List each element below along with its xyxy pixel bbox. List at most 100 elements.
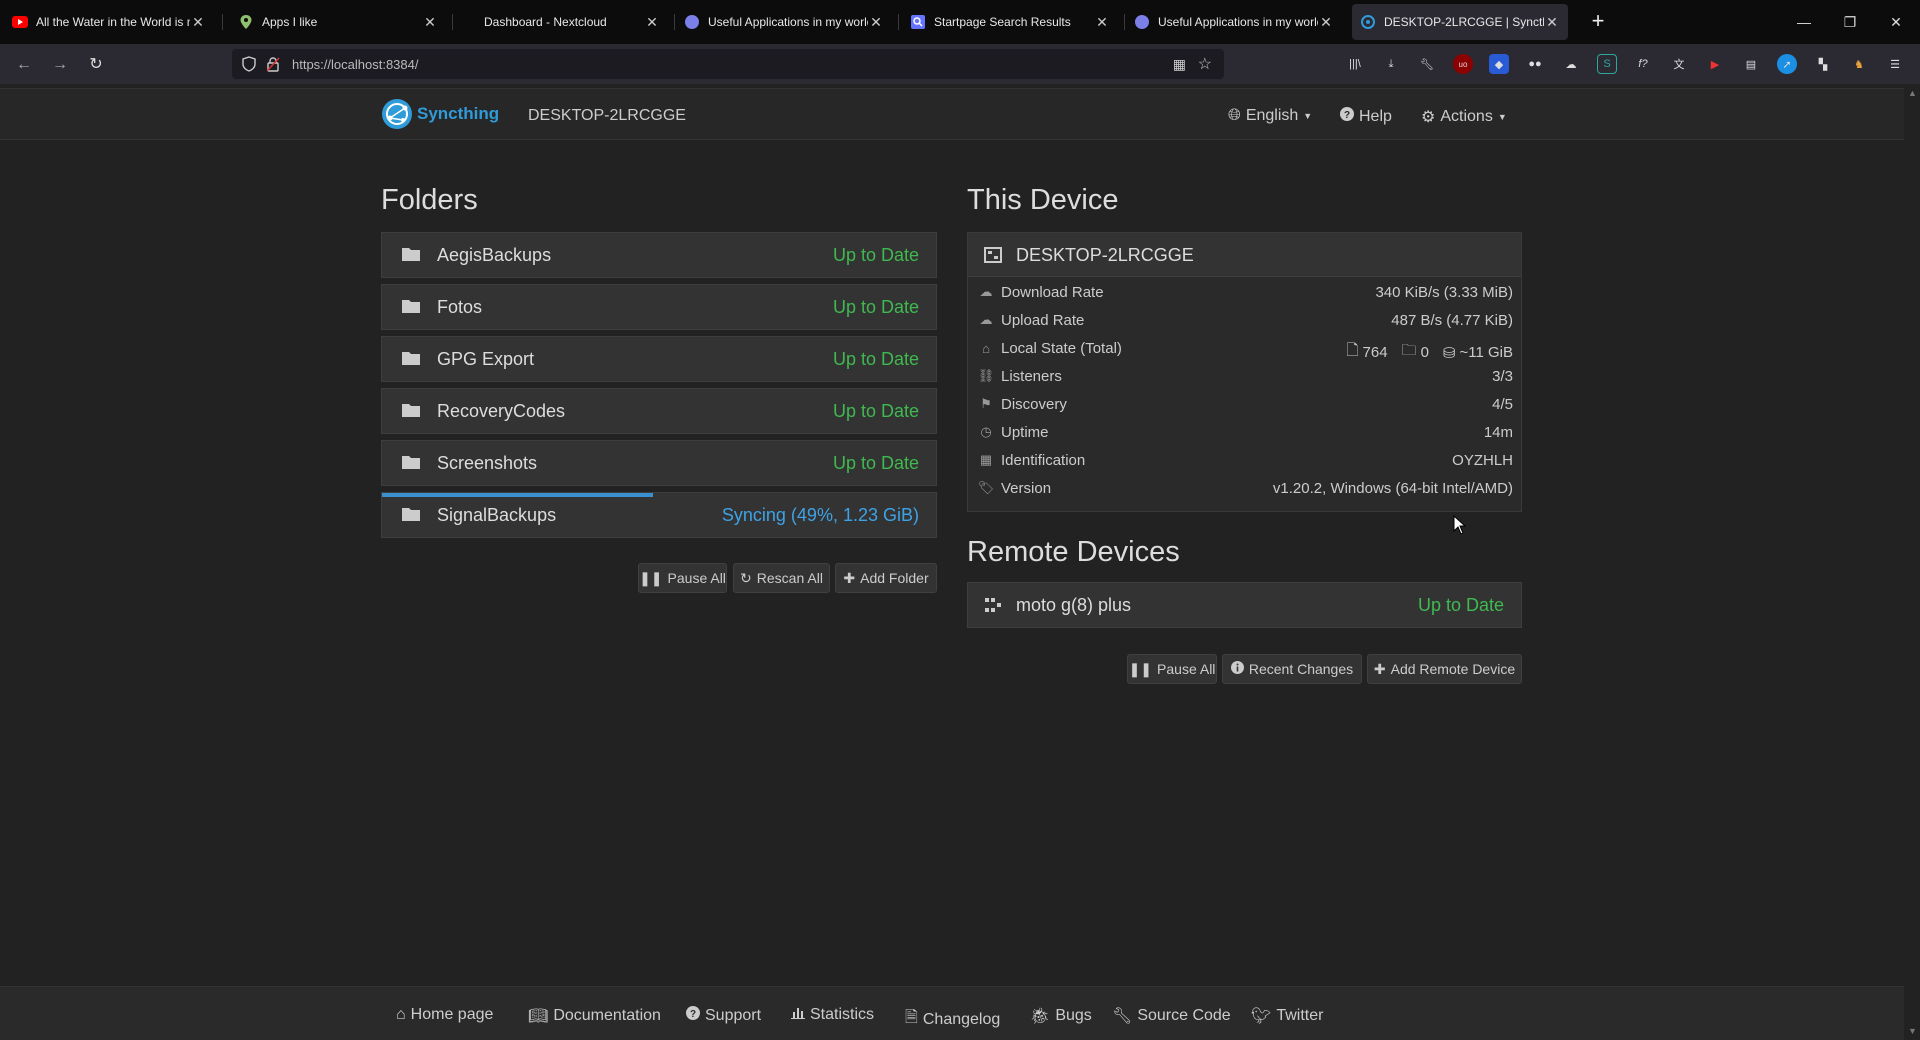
remote-device-item[interactable]: moto g(8) plus Up to Date [967, 582, 1522, 628]
pause-all-folders-button[interactable]: ❚❚ Pause All [638, 563, 727, 593]
folder-status: Syncing (49%, 1.23 GiB) [721, 505, 919, 525]
s-extension-icon[interactable]: S [1597, 54, 1617, 74]
close-tab-icon[interactable]: ✕ [868, 14, 884, 31]
pause-icon: ❚❚ [639, 569, 663, 586]
refresh-icon: ↻ [740, 569, 752, 586]
browser-tab[interactable]: All the Water in the World is no ✕ [4, 4, 214, 40]
translate-icon[interactable]: 文 [1669, 54, 1689, 74]
database-icon[interactable]: ▤ [1741, 54, 1761, 74]
brand[interactable]: Syncthing [381, 98, 499, 130]
row-value[interactable]: OYZHLH [1452, 452, 1513, 469]
remote-devices-heading: Remote Devices [967, 536, 1180, 568]
browser-tab[interactable]: Useful Applications in my world ✕ [1126, 4, 1342, 40]
listeners-row[interactable]: ⛓ Listeners 3/3 [968, 362, 1521, 390]
puzzle-icon[interactable]: ♞ [1849, 54, 1869, 74]
new-tab-button[interactable]: + [1584, 8, 1612, 36]
cloud-icon[interactable]: ☁ [1561, 54, 1581, 74]
forward-icon[interactable]: → [46, 52, 74, 80]
scroll-down-icon[interactable]: ▼ [1908, 1026, 1917, 1036]
pause-all-devices-button[interactable]: ❚❚ Pause All [1127, 654, 1217, 684]
folder-item[interactable]: RecoveryCodes Up to Date [381, 388, 937, 434]
library-icon[interactable]: |||\ [1345, 54, 1365, 74]
close-tab-icon[interactable]: ✕ [422, 14, 438, 31]
language-label: English [1245, 107, 1299, 124]
close-tab-icon[interactable]: ✕ [1318, 14, 1334, 31]
this-device-header[interactable]: DESKTOP-2LRCGGE [968, 233, 1521, 277]
footer-link-twitter[interactable]: 🐦︎ Twitter [1251, 1006, 1323, 1026]
browser-tab[interactable]: Startpage Search Results ✕ [902, 4, 1118, 40]
folder-icon [402, 248, 420, 261]
hamburger-menu-icon[interactable]: ☰ [1885, 54, 1905, 74]
footer-link-statistics[interactable]: Statistics [791, 1006, 874, 1024]
row-value[interactable]: 4/5 [1492, 396, 1513, 413]
folder-status: Up to Date [832, 349, 919, 369]
folder-status: Up to Date [832, 297, 919, 317]
folder-status: Up to Date [832, 401, 919, 421]
grid-icon[interactable]: ▚ [1813, 54, 1833, 74]
folder-item[interactable]: Screenshots Up to Date [381, 440, 937, 486]
youtube-extension-icon[interactable]: ▶ [1705, 54, 1725, 74]
actions-label: Actions [1440, 108, 1493, 125]
url-bar[interactable]: https://localhost:8384/ ▦ ☆ [232, 49, 1224, 79]
help-menu[interactable]: ? Help [1340, 107, 1392, 126]
browser-tab[interactable]: Apps I like ✕ [230, 4, 446, 40]
wrench-icon[interactable]: 🔧︎ [1417, 54, 1437, 74]
row-label: Listeners [1001, 368, 1062, 385]
row-value: v1.20.2, Windows (64-bit Intel/AMD) [1272, 480, 1513, 497]
scroll-up-icon[interactable]: ▲ [1908, 88, 1917, 98]
close-tab-icon[interactable]: ✕ [190, 14, 206, 31]
rescan-all-button[interactable]: ↻ Rescan All [733, 563, 830, 593]
folder-item[interactable]: GPG Export Up to Date [381, 336, 937, 382]
compass-icon[interactable]: ➚ [1777, 54, 1797, 74]
restore-button[interactable]: ❐ [1830, 8, 1870, 36]
footer-link-support[interactable]: ? Support [686, 1006, 761, 1025]
row-value[interactable]: 3/3 [1492, 368, 1513, 385]
dir-count: 0 [1420, 344, 1429, 361]
this-device-panel: DESKTOP-2LRCGGE ☁ Download Rate 340 KiB/… [967, 232, 1522, 512]
qr-code-icon[interactable]: ▦ [1173, 56, 1186, 73]
close-tab-icon[interactable]: ✕ [1094, 14, 1110, 31]
folder-name: RecoveryCodes [437, 401, 566, 421]
download-icon[interactable]: ⤓ [1381, 54, 1401, 74]
language-menu[interactable]: 🌐︎ English ▼ [1228, 107, 1312, 125]
discovery-row[interactable]: ⚑ Discovery 4/5 [968, 390, 1521, 418]
minimize-button[interactable]: — [1784, 8, 1824, 36]
row-value: 340 KiB/s (3.33 MiB) [1375, 284, 1513, 301]
folder-item[interactable]: AegisBackups Up to Date [381, 232, 937, 278]
folder-item[interactable]: SignalBackups Syncing (49%, 1.23 GiB) [381, 492, 937, 538]
add-folder-button[interactable]: ✚ Add Folder [835, 563, 937, 593]
identification-row[interactable]: ▦ Identification OYZHLH [968, 446, 1521, 474]
bookmark-star-icon[interactable]: ☆ [1198, 54, 1212, 74]
lock-icon[interactable] [266, 56, 280, 77]
mask-icon[interactable]: ●● [1525, 54, 1545, 74]
browser-tab[interactable]: Dashboard - Nextcloud ✕ [452, 4, 668, 40]
footer-link-bugs[interactable]: 🐞︎ Bugs [1030, 1006, 1092, 1026]
upload-rate-row: ☁ Upload Rate 487 B/s (4.77 KiB) [968, 306, 1521, 334]
ublock-icon[interactable]: uo [1453, 54, 1473, 74]
close-tab-icon[interactable]: ✕ [644, 14, 660, 31]
browser-tab[interactable]: Useful Applications in my world ✕ [676, 4, 892, 40]
browser-tab-active[interactable]: DESKTOP-2LRCGGE | Syncthing ✕ [1352, 4, 1568, 40]
footer-link-changelog[interactable]: 🗎︎ Changelog [905, 1006, 1000, 1033]
folder-name: SignalBackups [437, 505, 557, 525]
folder-item[interactable]: Fotos Up to Date [381, 284, 937, 330]
row-label: Upload Rate [1001, 312, 1085, 329]
link-label: Documentation [553, 1007, 661, 1024]
actions-menu[interactable]: ⚙ Actions ▼ [1421, 107, 1507, 127]
footer-link-source-code[interactable]: 🔧︎ Source Code [1112, 1006, 1231, 1026]
footer-link-home[interactable]: ⌂ Home page [396, 1006, 493, 1024]
folder-name: Fotos [437, 297, 483, 317]
button-label: Pause All [1157, 661, 1216, 677]
reload-icon[interactable]: ↻ [82, 52, 110, 80]
shield-icon[interactable] [242, 56, 256, 77]
function-icon[interactable]: f? [1633, 54, 1653, 74]
page-scrollbar[interactable]: ▲ ▼ [1904, 84, 1920, 1040]
recent-changes-button[interactable]: Recent Changes [1222, 654, 1362, 684]
close-tab-icon[interactable]: ✕ [1544, 14, 1560, 31]
add-remote-device-button[interactable]: ✚ Add Remote Device [1367, 654, 1522, 684]
footer-link-documentation[interactable]: 📖︎ Documentation [528, 1006, 661, 1026]
window-close-button[interactable]: ✕ [1876, 8, 1916, 36]
bitwarden-icon[interactable]: ◆ [1489, 54, 1509, 74]
footer: ⌂ Home page 📖︎ Documentation ? Support S… [0, 986, 1904, 1040]
back-icon[interactable]: ← [10, 52, 38, 80]
